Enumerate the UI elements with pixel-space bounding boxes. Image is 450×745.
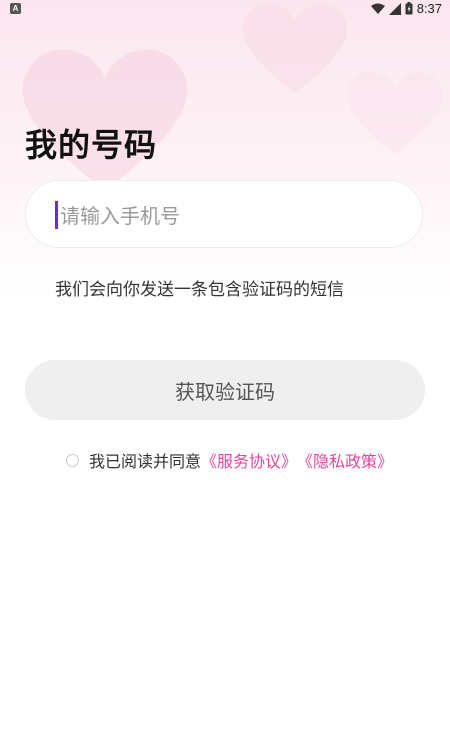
wifi-icon (370, 3, 385, 14)
agreement-prefix-text: 我已阅读并同意 (89, 452, 202, 471)
heart-decoration-icon (347, 71, 443, 154)
heart-decoration-icon (22, 49, 188, 191)
privacy-policy-link[interactable]: 《隐私政策》 (297, 448, 393, 472)
service-agreement-link[interactable]: 《服务协议》 (201, 448, 297, 472)
agreement-row: 我已阅读并同意 《服务协议》 《隐私政策》 (66, 448, 393, 472)
phone-input-container[interactable] (25, 180, 423, 248)
notification-app-icon: A (10, 3, 21, 14)
agree-checkbox[interactable] (66, 453, 79, 467)
signal-icon (388, 2, 401, 15)
status-bar: A 8:37 (0, 0, 450, 18)
status-icons: 8:37 (370, 1, 442, 16)
status-time: 8:37 (416, 1, 442, 16)
battery-icon (405, 2, 413, 15)
page-title: 我的号码 (25, 126, 158, 164)
get-verification-code-button[interactable]: 获取验证码 (25, 360, 425, 420)
phone-number-input[interactable] (58, 197, 402, 235)
sms-hint-text: 我们会向你发送一条包含验证码的短信 (55, 280, 344, 300)
